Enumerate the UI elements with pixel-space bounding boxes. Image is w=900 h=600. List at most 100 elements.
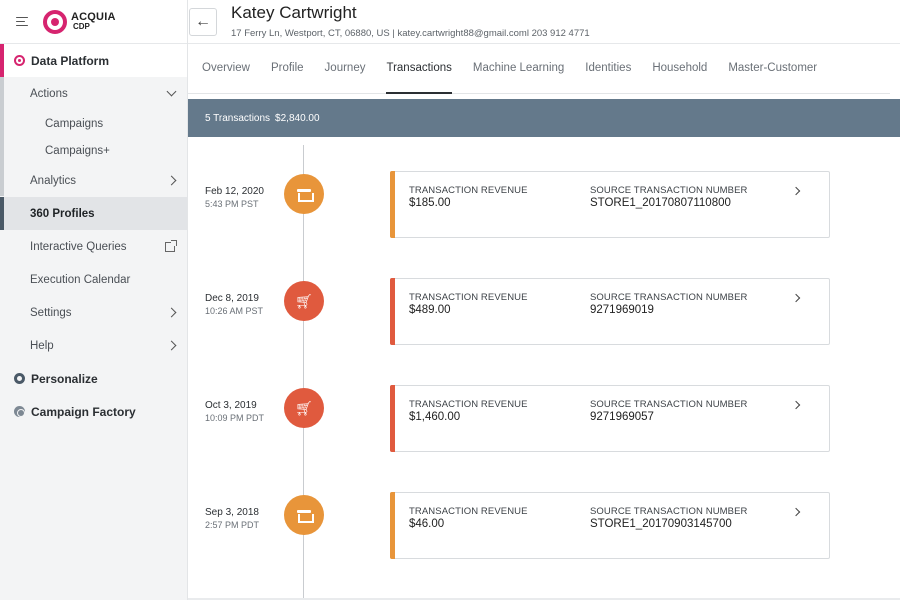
campaign-factory-icon [14,406,25,417]
transaction-datetime: Dec 8, 2019 10:26 AM PST [205,293,263,316]
chevron-down-icon [166,86,177,97]
nav-help[interactable]: Help [0,329,187,362]
revenue-value: $489.00 [409,304,451,316]
cart-icon: 🛒︎ [295,293,313,309]
transaction-accent-bar [390,385,395,452]
acquia-logo[interactable]: ACQUIA CDP [43,9,116,34]
tab-transactions[interactable]: Transactions [386,62,453,94]
transaction-time: 5:43 PM PST [205,199,259,209]
tab-machine-learning[interactable]: Machine Learning [473,62,564,93]
transactions-summary-bar: 5 Transactions $2,840.00 [188,99,900,137]
revenue-label: TRANSACTION REVENUE [409,292,528,303]
tab-overview[interactable]: Overview [202,62,250,93]
tab-journey[interactable]: Journey [325,62,366,93]
nav-campaigns[interactable]: Campaigns [0,110,187,137]
revenue-value: $46.00 [409,518,445,530]
nav-interactive-queries-label: Interactive Queries [30,240,127,253]
nav-campaigns-plus[interactable]: Campaigns+ [0,137,187,164]
nav-execution-calendar[interactable]: Execution Calendar [0,263,187,296]
nav-actions[interactable]: Actions [0,77,187,110]
transaction-card[interactable]: TRANSACTION REVENUE $489.00 SOURCE TRANSAC… [390,278,830,345]
logo-text-line2: CDP [73,21,90,31]
transaction-datetime: Feb 12, 2020 5:43 PM PST [205,186,264,209]
revenue-label: TRANSACTION REVENUE [409,399,528,410]
nav-360-profiles-label: 360 Profiles [30,207,95,220]
source-number-value: 9271969057 [590,411,654,423]
tab-household[interactable]: Household [652,62,707,93]
revenue-value: $1,460.00 [409,411,461,423]
main-content: ← Katey Cartwright 17 Ferry Ln, Westport… [188,0,900,600]
nav-help-label: Help [30,339,54,352]
online-transaction-marker: 🛒︎ [284,388,324,428]
chevron-right-icon [166,175,177,186]
brand-bar: ACQUIA CDP [0,0,187,44]
transactions-count: 5 Transactions [205,112,271,124]
transaction-date: Feb 12, 2020 [205,186,264,197]
transaction-accent-bar [390,171,395,238]
data-platform-icon [14,55,25,66]
transaction-time: 10:26 AM PST [205,306,264,316]
revenue-label: TRANSACTION REVENUE [409,506,528,517]
nav-analytics[interactable]: Analytics [0,164,187,197]
tab-profile[interactable]: Profile [271,62,304,93]
nav-data-platform[interactable]: Data Platform [0,44,187,77]
source-number-value: STORE1_20170903145700 [590,518,732,530]
transaction-date: Sep 3, 2018 [205,507,259,518]
source-number-label: SOURCE TRANSACTION NUMBER [590,506,748,517]
chevron-right-icon[interactable] [791,186,801,196]
nav-campaigns-plus-label: Campaigns+ [45,144,110,157]
transactions-total: $2,840.00 [275,112,320,124]
nav-execution-calendar-label: Execution Calendar [30,273,131,286]
transaction-accent-bar [390,492,395,559]
external-link-icon [165,239,177,252]
source-number-label: SOURCE TRANSACTION NUMBER [590,292,748,303]
nav-settings-label: Settings [30,306,72,319]
transaction-time: 2:57 PM PDT [205,520,260,530]
chevron-right-icon[interactable] [791,507,801,517]
transaction-datetime: Sep 3, 2018 2:57 PM PDT [205,507,259,530]
online-transaction-marker: 🛒︎ [284,281,324,321]
transaction-date: Oct 3, 2019 [205,400,257,411]
nav-interactive-queries[interactable]: Interactive Queries [0,230,187,263]
nav-360-profiles[interactable]: 360 Profiles [0,197,187,230]
sidebar: ACQUIA CDP Data Platform Actions Campaig… [0,0,188,600]
revenue-value: $185.00 [409,197,451,209]
nav-actions-label: Actions [30,87,68,100]
source-number-value: 9271969019 [590,304,654,316]
transaction-time: 10:09 PM PDT [205,413,265,423]
nav-campaign-factory[interactable]: Campaign Factory [0,395,187,428]
store-icon [297,509,314,523]
store-transaction-marker [284,174,324,214]
nav-settings[interactable]: Settings [0,296,187,329]
transaction-datetime: Oct 3, 2019 10:09 PM PDT [205,400,264,423]
chevron-right-icon[interactable] [791,293,801,303]
transaction-card[interactable]: TRANSACTION REVENUE $46.00 SOURCE TRANSACT… [390,492,830,559]
profile-tabs: Overview Profile Journey Transactions Machin… [188,44,890,94]
chevron-right-icon [166,307,177,318]
transaction-date: Dec 8, 2019 [205,293,259,304]
chevron-right-icon[interactable] [791,400,801,410]
nav-campaigns-label: Campaigns [45,117,104,130]
profile-header: ← Katey Cartwright 17 Ferry Ln, Westport… [188,0,900,44]
acquia-logo-mark [43,9,67,34]
back-button[interactable]: ← [189,7,217,36]
customer-name: Katey Cartwright [231,2,357,22]
personalize-icon [14,373,25,384]
tab-master-customer[interactable]: Master-Customer [728,62,817,93]
store-icon [297,188,314,202]
menu-toggle-icon[interactable] [16,16,30,28]
nav-analytics-label: Analytics [30,174,77,187]
arrow-left-icon: ← [195,12,211,30]
transaction-card[interactable]: TRANSACTION REVENUE $185.00 SOURCE TRANSAC… [390,171,830,238]
store-transaction-marker [284,495,324,535]
customer-contact-info: 17 Ferry Ln, Westport, CT, 06880, US | k… [231,27,590,39]
nav-campaign-factory-label: Campaign Factory [31,404,136,419]
transaction-accent-bar [390,278,395,345]
nav-personalize[interactable]: Personalize [0,362,187,395]
logo-text-line1: ACQUIA [71,10,116,23]
source-number-label: SOURCE TRANSACTION NUMBER [590,399,748,410]
chevron-right-icon [166,340,177,351]
transaction-card[interactable]: TRANSACTION REVENUE $1,460.00 SOURCE TRANS… [390,385,830,452]
tab-identities[interactable]: Identities [585,62,631,93]
nav-personalize-label: Personalize [31,371,98,386]
